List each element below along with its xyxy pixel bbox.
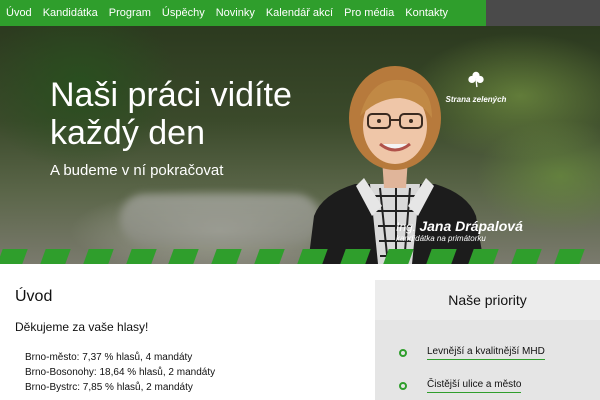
priority-list: Levnější a kvalitnější MHD Čistější ulic… (375, 320, 600, 400)
top-navigation: Úvod Kandidátka Program Úspěchy Novinky … (0, 0, 600, 26)
ring-bullet-icon (399, 381, 407, 390)
stripe (125, 249, 157, 264)
hero-banner: Naši práci vidíte každý den A budeme v n… (0, 26, 600, 264)
sidebar-header: Naše priority (375, 280, 600, 320)
stripe (211, 249, 242, 264)
stripe (82, 249, 114, 264)
nav-item-program[interactable]: Program (103, 0, 156, 26)
party-logo[interactable]: Strana zelených (440, 70, 512, 104)
candidate-name: Jana Drápalová (419, 218, 523, 234)
list-item: Brno-Bystrc: 7,85 % hlasů, 2 mandáty (25, 382, 193, 393)
page-title: Úvod (15, 288, 53, 305)
nav-item-novinky[interactable]: Novinky (210, 0, 260, 26)
stripe (168, 249, 200, 264)
stripe (383, 249, 414, 264)
priority-item[interactable]: Čistější ulice a město (375, 369, 600, 400)
hero-background-path (120, 194, 320, 244)
stripe (254, 249, 285, 264)
hero-stripes (0, 249, 600, 264)
nav-item-kalendar-akci[interactable]: Kalendář akcí (260, 0, 338, 26)
priority-item[interactable]: Levnější a kvalitnější MHD (375, 336, 600, 369)
candidate-signature: Ing. Jana Drápalová kandidátka na primát… (396, 218, 523, 243)
thanks-heading: Děkujeme za vaše hlasy! (15, 320, 149, 334)
nav-item-kandidatka[interactable]: Kandidátka (37, 0, 103, 26)
stripe (0, 249, 28, 264)
clover-icon (468, 71, 484, 88)
hero-title-line1: Naši práci vidíte (50, 76, 292, 114)
nav-item-uvod[interactable]: Úvod (0, 0, 37, 26)
hero-title: Naši práci vidíte každý den (50, 76, 292, 152)
priority-link[interactable]: Čistější ulice a město (427, 379, 522, 393)
nav-item-pro-media[interactable]: Pro média (338, 0, 399, 26)
stripe (425, 249, 457, 264)
priorities-sidebar: Naše priority Levnější a kvalitnější MHD… (375, 280, 600, 400)
stripe (554, 249, 585, 264)
list-item: Brno-město: 7,37 % hlasů, 4 mandáty (25, 352, 193, 363)
nav-menu: Úvod Kandidátka Program Úspěchy Novinky … (0, 0, 486, 26)
candidate-role: kandidátka na primátorku (396, 234, 486, 243)
hero-title-line2: každý den (50, 114, 205, 152)
nav-item-kontakty[interactable]: Kontakty (399, 0, 453, 26)
priority-link[interactable]: Levnější a kvalitnější MHD (427, 346, 545, 360)
stripe (340, 249, 371, 264)
party-logo-text: Strana zelených (445, 95, 507, 104)
nav-filler (486, 0, 600, 26)
sidebar-title: Naše priority (448, 292, 527, 308)
list-item: Brno-Bosonohy: 18,64 % hlasů, 2 mandáty (25, 367, 216, 378)
ring-bullet-icon (399, 348, 407, 357)
hero-subtitle: A budeme v ní pokračovat (50, 162, 224, 179)
stripe (468, 249, 500, 264)
candidate-prefix: Ing. (396, 220, 417, 234)
nav-item-uspechy[interactable]: Úspěchy (156, 0, 210, 26)
stripe (297, 249, 328, 264)
stripe (511, 249, 542, 264)
stripe (40, 249, 71, 264)
election-results-list: Brno-město: 7,37 % hlasů, 4 mandáty Brno… (15, 350, 360, 395)
main-content: Úvod Děkujeme za vaše hlasy! Brno-město:… (15, 288, 360, 395)
candidate-name-line: Ing. Jana Drápalová (396, 218, 523, 234)
